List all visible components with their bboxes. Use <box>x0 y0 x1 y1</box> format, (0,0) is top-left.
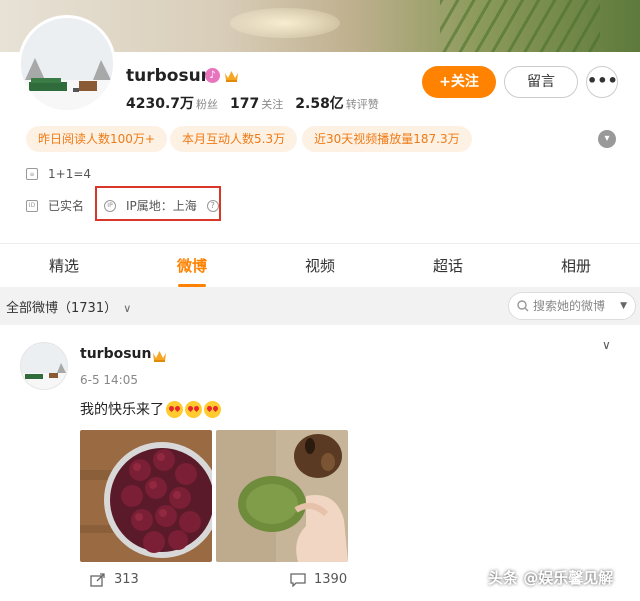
post-content: 我的快乐来了 <box>80 399 221 419</box>
post-menu-chevron-icon[interactable]: ∨ <box>602 338 611 352</box>
search-icon <box>517 300 529 312</box>
tab-supertopic[interactable]: 超话 <box>384 244 512 287</box>
crown-icon[interactable] <box>224 69 239 83</box>
heart-eyes-emoji-icon <box>204 400 221 418</box>
followers-stat[interactable]: 4230.7万 粉丝 <box>126 93 218 113</box>
ip-location-text: IP属地：上海 <box>126 199 197 213</box>
tab-album[interactable]: 相册 <box>512 244 640 287</box>
search-dropdown-icon[interactable]: ▼ <box>620 293 627 319</box>
crown-icon <box>153 351 166 362</box>
post-avatar[interactable] <box>20 342 68 390</box>
likes-stat: 2.58亿 转评赞 <box>295 96 379 112</box>
post-photo-dog-treat[interactable] <box>216 430 348 562</box>
profile-avatar[interactable] <box>18 15 116 113</box>
bio-row: ≡ 1+1=4 <box>26 167 91 181</box>
follow-button[interactable]: +关注 <box>422 66 496 98</box>
post-username[interactable]: turbosun <box>80 346 151 362</box>
ip-location-row: IP IP属地：上海 ? <box>104 197 219 214</box>
heart-eyes-emoji-icon <box>166 400 183 418</box>
chevron-down-icon: ∨ <box>123 302 132 315</box>
stat-pill-interactions[interactable]: 本月互动人数5.3万 <box>170 126 298 152</box>
document-icon: ≡ <box>26 168 38 180</box>
share-icon <box>90 572 105 587</box>
profile-tabs: 精选 微博 视频 超话 相册 <box>0 243 640 287</box>
stat-pill-video-plays[interactable]: 近30天视频播放量187.3万 <box>302 126 472 152</box>
post-photo-bayberries[interactable] <box>80 430 212 562</box>
verified-row: ID 已实名 <box>26 197 84 214</box>
following-stat[interactable]: 177 关注 <box>230 96 283 112</box>
watermark-text: 头条 @娱乐馨见解 <box>488 569 614 587</box>
repost-button[interactable]: 313 <box>90 572 139 587</box>
tab-featured[interactable]: 精选 <box>0 244 128 287</box>
comment-button[interactable]: 1390 <box>290 572 347 587</box>
all-posts-filter[interactable]: 全部微博（1731） ∨ <box>6 297 131 316</box>
message-button[interactable]: 留言 <box>504 66 578 98</box>
tab-weibo[interactable]: 微博 <box>128 244 256 287</box>
id-card-icon: ID <box>26 199 38 212</box>
member-badge-icon[interactable]: ♪ <box>205 68 220 83</box>
help-icon[interactable]: ? <box>206 199 219 212</box>
tab-video[interactable]: 视频 <box>256 244 384 287</box>
ip-icon: IP <box>104 199 116 212</box>
heart-eyes-emoji-icon <box>185 400 202 418</box>
search-input[interactable]: 搜索她的微博 ▼ <box>508 292 636 320</box>
bio-text: 1+1=4 <box>48 167 92 181</box>
verified-text: 已实名 <box>48 199 85 213</box>
more-options-button[interactable]: ••• <box>586 66 618 98</box>
profile-stats: 4230.7万 粉丝 177 关注 2.58亿 转评赞 <box>126 93 379 113</box>
expand-chevron-icon[interactable]: ▾ <box>598 130 616 148</box>
stat-pill-reads[interactable]: 昨日阅读人数100万+ <box>26 126 167 152</box>
profile-username: turbosun <box>126 66 213 86</box>
comment-icon <box>290 572 306 587</box>
post-timestamp[interactable]: 6-5 14:05 <box>80 373 138 387</box>
